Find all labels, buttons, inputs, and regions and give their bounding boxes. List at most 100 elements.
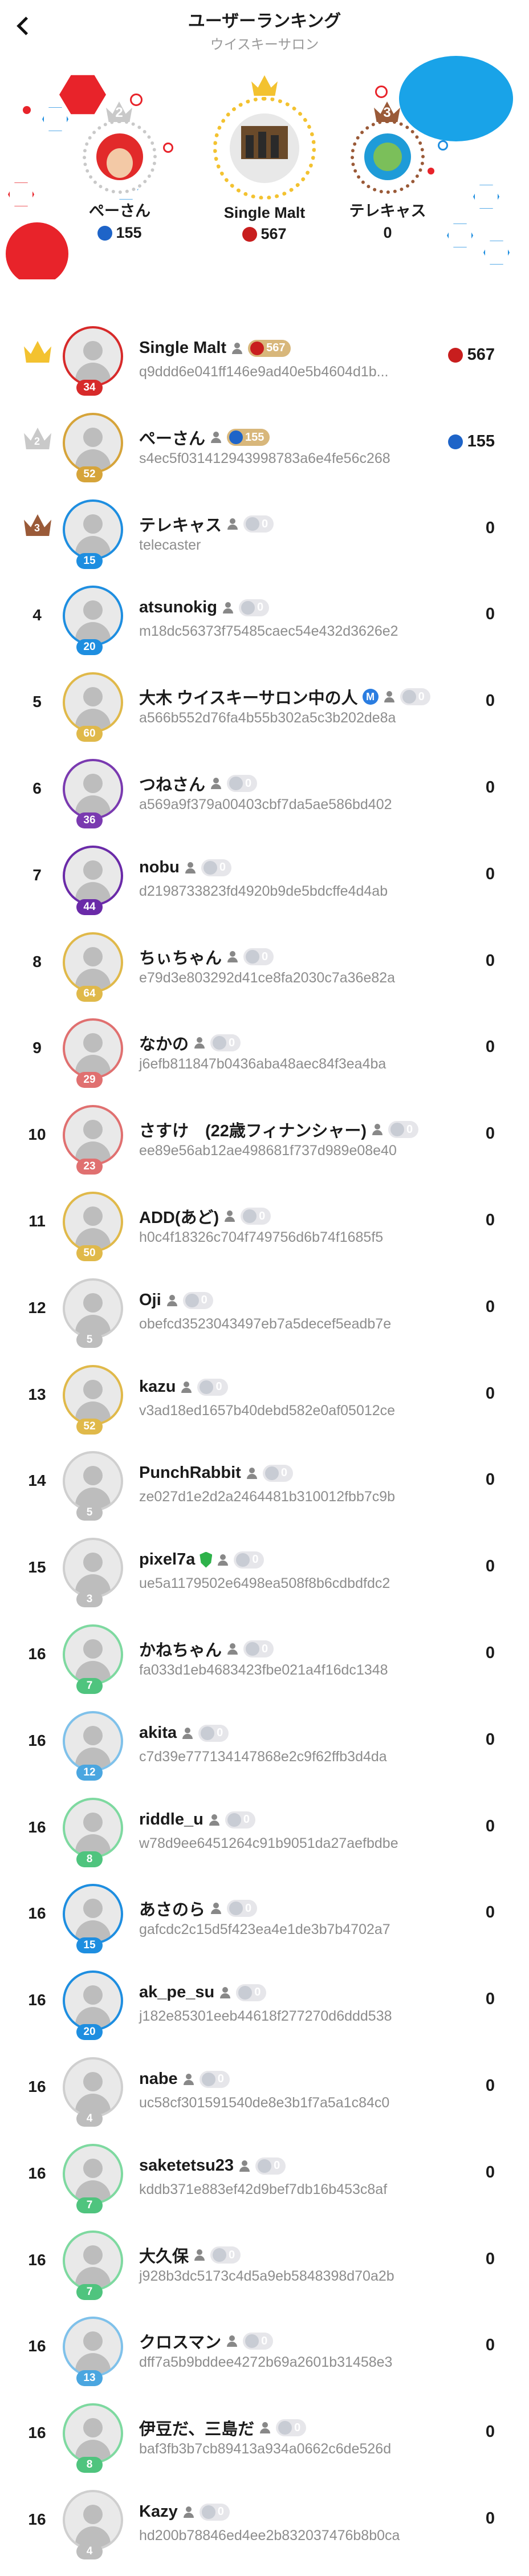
score-value: 0 — [486, 2163, 495, 2182]
avatar[interactable] — [63, 846, 123, 906]
podium-third[interactable]: 3 テレキャス 0 — [331, 101, 445, 242]
verified-shield-icon — [200, 1551, 213, 1568]
rank-number: 15 — [28, 1558, 46, 1576]
ranking-row[interactable]: 16 8 riddle_u 0 w78d9ee6451264c91b9051da27ae… — [0, 1785, 529, 1868]
avatar[interactable] — [63, 2490, 123, 2550]
ranking-row[interactable]: 34 Single Malt 567 q9ddd6e041ff146e9ad40e5b… — [0, 314, 529, 397]
avatar[interactable] — [63, 2317, 123, 2377]
user-name: ちぃちゃん — [139, 949, 222, 968]
avatar[interactable] — [63, 2403, 123, 2464]
avatar-placeholder-icon — [83, 1985, 103, 2005]
user-name: 大久保 — [139, 2248, 189, 2266]
user-name-line: nobu 0 — [139, 858, 231, 877]
ranking-row[interactable]: 11 50 ADD(あど) 0 h0c4f18326c704f749756d6b74f1… — [0, 1179, 529, 1262]
rank-number: 16 — [28, 2337, 46, 2355]
pill-icon — [185, 1293, 199, 1307]
points-value: 0 — [259, 1209, 266, 1222]
user-name-line: atsunokig 0 — [139, 598, 270, 617]
ranking-row[interactable]: 16 4 nabe 0 uc58cf301591540de8e3b1f7a5a1c84c… — [0, 2045, 529, 2128]
pill-icon — [246, 517, 260, 531]
avatar[interactable] — [63, 1538, 123, 1598]
user-name-line: かねちゃん 0 — [139, 1637, 274, 1661]
ranking-row[interactable]: 12 5 Oji 0 obefcd3523043497eb7a5decef5eadb7e… — [0, 1266, 529, 1349]
level-badge: 15 — [76, 1937, 103, 1953]
avatar[interactable] — [63, 1970, 123, 2031]
user-id: j6efb811847b0436aba48aec84f3ea4ba — [139, 1056, 386, 1072]
points-value: 0 — [262, 950, 268, 963]
podium-first[interactable]: Single Malt 567 — [190, 75, 339, 243]
user-id: ze027d1e2d2a2464481b310012fbb7c9b — [139, 1489, 396, 1505]
ranking-row[interactable]: 3 15 テレキャス 0 telecaster 0 — [0, 487, 529, 570]
hexagon-decoration — [473, 185, 499, 209]
user-id: j182e85301eeb44618f277270d6ddd538 — [139, 2008, 392, 2024]
rank-number: 3 — [34, 522, 40, 534]
score-number: 0 — [485, 1384, 495, 1403]
avatar[interactable] — [63, 1278, 123, 1339]
user-id: d2198733823fd4920b9de5bdcffe4d4ab — [139, 883, 388, 899]
ranking-row[interactable]: 16 13 クロスマン 0 dff7a5b9bddee4272b69a2601b3145… — [0, 2304, 529, 2387]
rank-number: 16 — [28, 1818, 46, 1836]
score-number: 0 — [485, 2250, 495, 2268]
user-name: 伊豆だ、三島だ — [139, 2420, 255, 2439]
score-value: 0 — [486, 2077, 495, 2095]
ranking-row[interactable]: 16 7 saketetsu23 0 kddb371e883ef42d9bef7db16… — [0, 2131, 529, 2215]
ranking-row[interactable]: 4 20 atsunokig 0 m18dc56373f75485caec54e432d… — [0, 573, 529, 656]
ranking-row[interactable]: 16 7 大久保 0 j928b3dc5173c4d5a9eb5848398d70a2b… — [0, 2218, 529, 2301]
avatar[interactable] — [63, 1711, 123, 1771]
rank-number: 12 — [28, 1299, 46, 1317]
ranking-row[interactable]: 8 64 ちぃちゃん 0 e79d3e803292d41ce8fa2030c7a36e8… — [0, 920, 529, 1003]
points-pill: 0 — [243, 948, 274, 965]
score-value: 0 — [486, 1644, 495, 1663]
ranking-row[interactable]: 2 52 ぺーさん 155 s4ec5f031412943998783a6e4fe56c… — [0, 400, 529, 483]
user-name-line: saketetsu23 0 — [139, 2156, 286, 2175]
ranking-row[interactable]: 16 15 あさのら 0 gafcdc2c15d5f423ea4e1de3b7b4702… — [0, 1871, 529, 1955]
user-id: m18dc56373f75485caec54e432d3626e2 — [139, 623, 398, 639]
level-badge: 8 — [76, 1851, 103, 1867]
avatar[interactable] — [63, 2230, 123, 2291]
ranking-row[interactable]: 16 7 かねちゃん 0 fa033d1eb4683423fbe021a4f16dc13… — [0, 1612, 529, 1695]
ranking-row[interactable]: 16 20 ak_pe_su 0 j182e85301eeb44618f277270d6… — [0, 1958, 529, 2041]
points-pill: 0 — [227, 1900, 258, 1917]
ranking-row[interactable]: 5 60 大木 ウイスキーサロン中の人 M 0 a566b552d76fa4b55b302… — [0, 660, 529, 743]
avatar[interactable] — [63, 326, 123, 387]
avatar[interactable] — [63, 413, 123, 473]
ranking-row[interactable]: 7 44 nobu 0 d2198733823fd4920b9de5bdcffe4d4a… — [0, 833, 529, 916]
level-badge: 5 — [76, 1332, 103, 1348]
ranking-row[interactable]: 10 23 さすけ (22歳フィナンシャー) 0 ee89e56ab12ae498681… — [0, 1092, 529, 1176]
user-name: akita — [139, 1724, 177, 1742]
ranking-row[interactable]: 16 12 akita 0 c7d39e777134147868e2c9f62ffb3d… — [0, 1699, 529, 1782]
avatar[interactable] — [63, 759, 123, 819]
podium-second[interactable]: 2 ぺーさん 155 — [63, 101, 177, 242]
user-name-line: あさのら 0 — [139, 1896, 258, 1920]
avatar[interactable] — [63, 1105, 123, 1165]
user-name-line: なかの 0 — [139, 1031, 241, 1055]
user-id: baf3fb3b7cb89413a934a0662c6de526d — [139, 2441, 392, 2457]
avatar[interactable] — [63, 2144, 123, 2204]
ranking-row[interactable]: 6 36 つねさん 0 a569a9f379a00403cbf7da5ae586bd40… — [0, 746, 529, 830]
avatar[interactable] — [63, 1624, 123, 1685]
avatar[interactable] — [63, 932, 123, 993]
ranking-row[interactable]: 9 29 なかの 0 j6efb811847b0436aba48aec84f3ea4ba… — [0, 1006, 529, 1089]
points-pill: 0 — [400, 688, 430, 705]
ranking-row[interactable]: 16 4 Kazy 0 hd200b78846ed4ee2b832037476b8b0c… — [0, 2477, 529, 2561]
avatar[interactable] — [63, 1192, 123, 1252]
score-number: 0 — [485, 2163, 495, 2181]
avatar-placeholder-icon — [83, 2159, 103, 2178]
avatar[interactable] — [63, 1451, 123, 1512]
ranking-row[interactable]: 15 3 pixel7a 0 ue5a1179502e6498ea508f8b6cdbd… — [0, 1525, 529, 1608]
avatar[interactable] — [63, 586, 123, 646]
user-name-line: PunchRabbit 0 — [139, 1464, 293, 1482]
ranking-row[interactable]: 16 8 伊豆だ、三島だ 0 baf3fb3b7cb89413a934a0662c6de… — [0, 2391, 529, 2474]
avatar[interactable] — [63, 1798, 123, 1858]
pill-icon — [229, 777, 243, 790]
ranking-row[interactable]: 13 52 kazu 0 v3ad18ed1657b40debd582e0af05012… — [0, 1352, 529, 1436]
ranking-row[interactable]: 14 5 PunchRabbit 0 ze027d1e2d2a2464481b31001… — [0, 1439, 529, 1522]
person-icon — [219, 1986, 231, 1999]
avatar[interactable] — [63, 2057, 123, 2118]
avatar[interactable] — [63, 1365, 123, 1425]
avatar[interactable] — [63, 1018, 123, 1079]
avatar[interactable] — [63, 672, 123, 733]
avatar[interactable] — [63, 1884, 123, 1944]
avatar[interactable] — [63, 499, 123, 560]
avatar-placeholder-icon — [83, 860, 103, 880]
